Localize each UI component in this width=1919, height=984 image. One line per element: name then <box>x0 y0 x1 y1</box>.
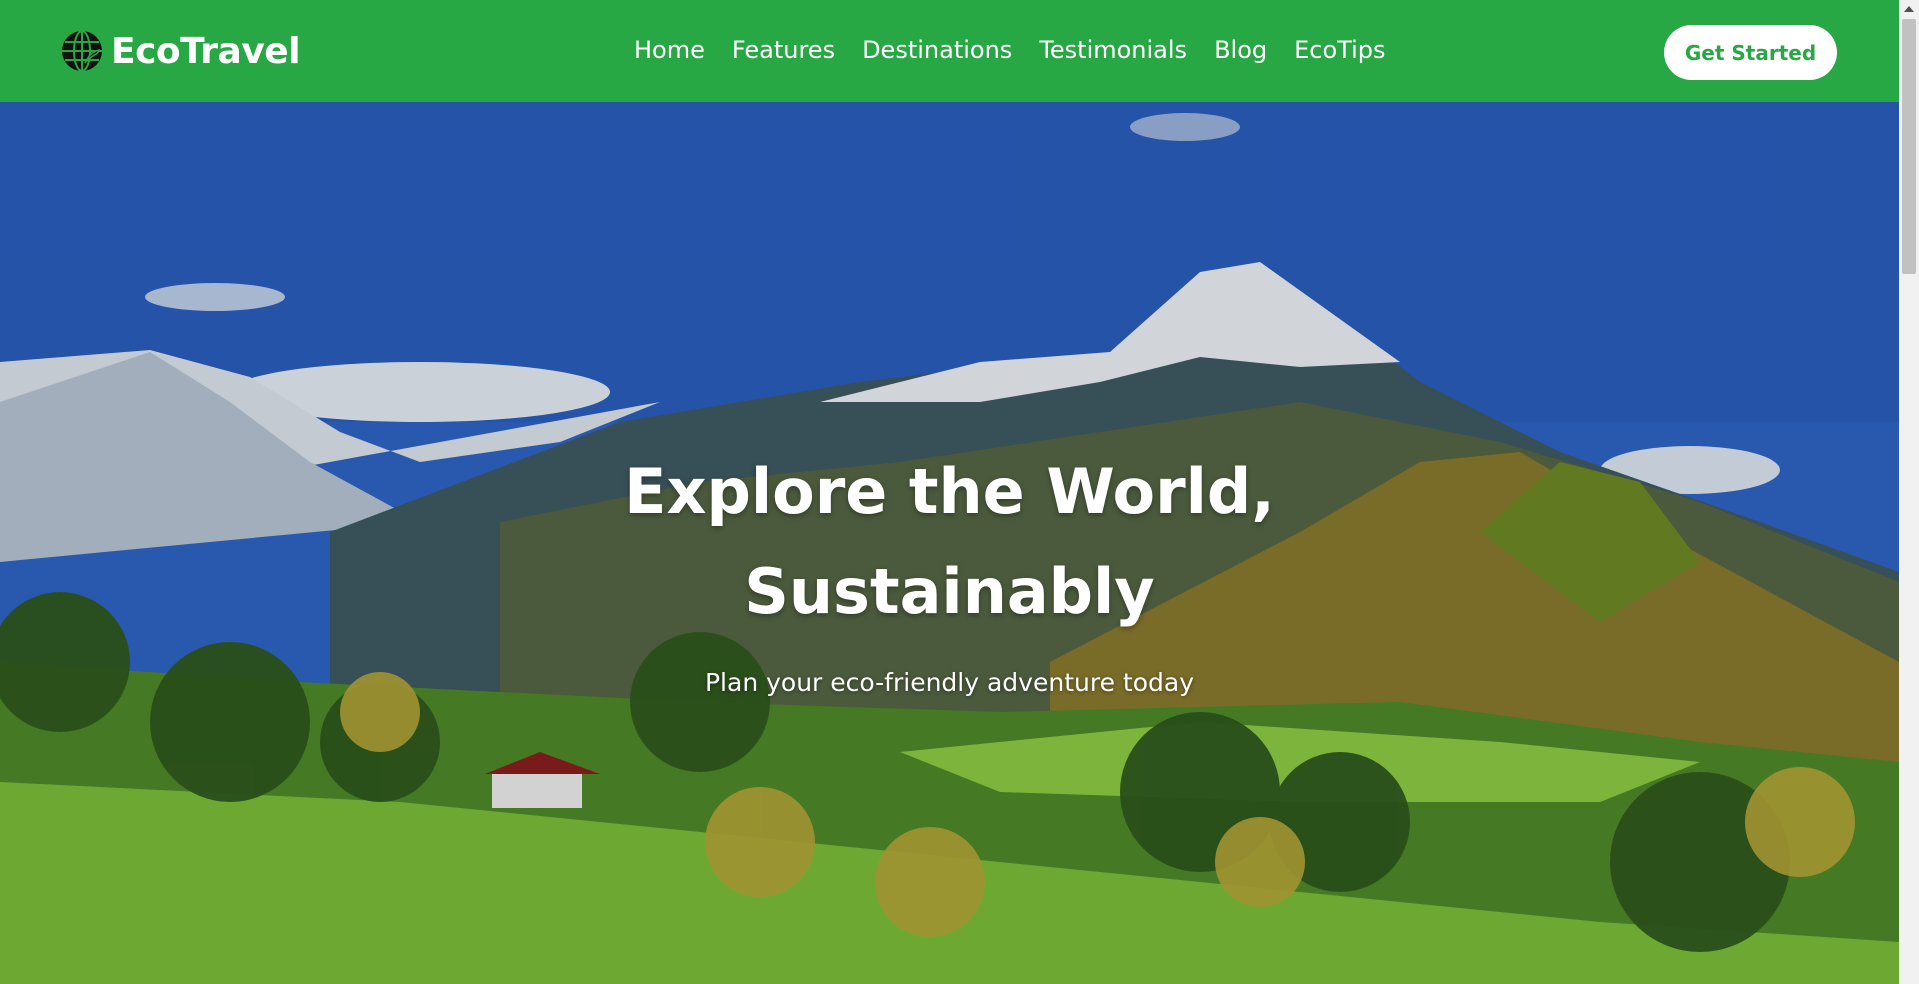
scroll-up-arrow-icon[interactable] <box>1899 0 1919 17</box>
get-started-button[interactable]: Get Started <box>1664 25 1837 80</box>
nav-blog[interactable]: Blog <box>1214 36 1267 64</box>
nav-destinations[interactable]: Destinations <box>862 36 1012 64</box>
hero-title-line-1: Explore the World, <box>624 455 1275 528</box>
nav-home[interactable]: Home <box>634 36 705 64</box>
scrollbar-thumb[interactable] <box>1902 19 1916 274</box>
hero-section: Explore the World, Sustainably Plan your… <box>0 102 1899 984</box>
page: EcoTravel Home Features Destinations Tes… <box>0 0 1899 984</box>
hero-title-line-2: Sustainably <box>744 555 1155 628</box>
brand-logo-link[interactable]: EcoTravel <box>61 30 301 72</box>
main-nav: Home Features Destinations Testimonials … <box>634 36 1386 64</box>
navbar: EcoTravel Home Features Destinations Tes… <box>0 0 1899 102</box>
hero-title: Explore the World, Sustainably <box>0 442 1899 642</box>
vertical-scrollbar[interactable] <box>1899 0 1919 984</box>
brand-name: EcoTravel <box>111 30 301 72</box>
nav-testimonials[interactable]: Testimonials <box>1039 36 1187 64</box>
nav-features[interactable]: Features <box>732 36 835 64</box>
globe-icon <box>62 30 102 72</box>
hero-subtitle: Plan your eco-friendly adventure today <box>704 668 1194 697</box>
nav-ecotips[interactable]: EcoTips <box>1294 36 1385 64</box>
